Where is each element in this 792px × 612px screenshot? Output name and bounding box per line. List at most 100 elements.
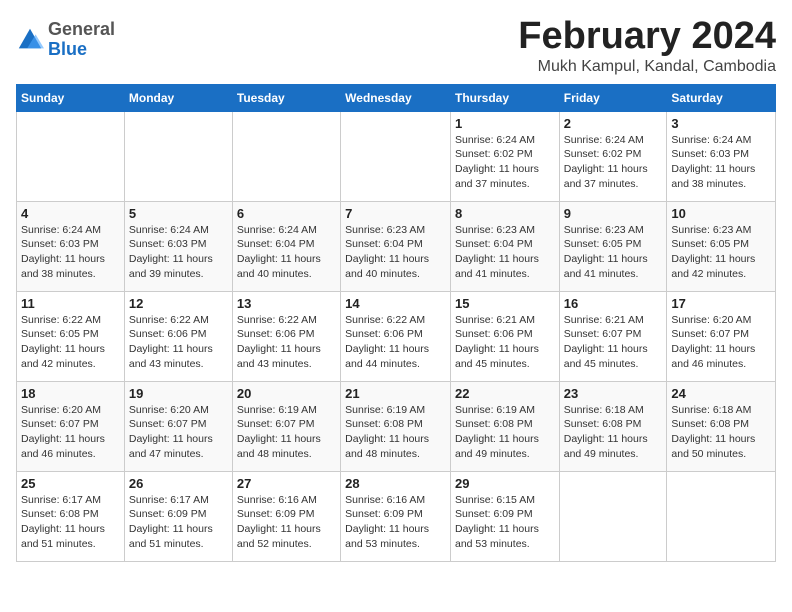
day-number: 1 <box>455 116 555 131</box>
day-detail: Sunrise: 6:22 AM Sunset: 6:06 PM Dayligh… <box>345 313 446 372</box>
day-number: 8 <box>455 206 555 221</box>
day-cell: 20 Sunrise: 6:19 AM Sunset: 6:07 PM Dayli… <box>232 381 340 471</box>
day-number: 23 <box>564 386 663 401</box>
day-detail: Sunrise: 6:23 AM Sunset: 6:04 PM Dayligh… <box>455 223 555 282</box>
week-row-1: 1 Sunrise: 6:24 AM Sunset: 6:02 PM Daylig… <box>17 111 776 201</box>
day-cell: 29Sunrise: 6:15 AM Sunset: 6:09 PM Dayli… <box>450 471 559 561</box>
day-cell: 2 Sunrise: 6:24 AM Sunset: 6:02 PM Daylig… <box>559 111 667 201</box>
day-cell: 10Sunrise: 6:23 AM Sunset: 6:05 PM Dayli… <box>667 201 776 291</box>
day-number: 27 <box>237 476 336 491</box>
header-row: SundayMondayTuesdayWednesdayThursdayFrid… <box>17 84 776 111</box>
day-number: 11 <box>21 296 120 311</box>
day-detail: Sunrise: 6:19 AM Sunset: 6:08 PM Dayligh… <box>455 403 555 462</box>
day-number: 20 <box>237 386 336 401</box>
header-cell-saturday: Saturday <box>667 84 776 111</box>
day-number: 24 <box>671 386 771 401</box>
day-cell: 13Sunrise: 6:22 AM Sunset: 6:06 PM Dayli… <box>232 291 340 381</box>
day-detail: Sunrise: 6:20 AM Sunset: 6:07 PM Dayligh… <box>129 403 228 462</box>
day-detail: Sunrise: 6:22 AM Sunset: 6:06 PM Dayligh… <box>237 313 336 372</box>
day-detail: Sunrise: 6:19 AM Sunset: 6:08 PM Dayligh… <box>345 403 446 462</box>
header-cell-wednesday: Wednesday <box>341 84 451 111</box>
day-cell: 5 Sunrise: 6:24 AM Sunset: 6:03 PM Daylig… <box>124 201 232 291</box>
day-number: 25 <box>21 476 120 491</box>
day-cell <box>17 111 125 201</box>
day-number: 17 <box>671 296 771 311</box>
day-cell: 19 Sunrise: 6:20 AM Sunset: 6:07 PM Dayli… <box>124 381 232 471</box>
day-cell: 24 Sunrise: 6:18 AM Sunset: 6:08 PM Dayli… <box>667 381 776 471</box>
day-cell <box>559 471 667 561</box>
week-row-3: 11Sunrise: 6:22 AM Sunset: 6:05 PM Dayli… <box>17 291 776 381</box>
day-detail: Sunrise: 6:24 AM Sunset: 6:03 PM Dayligh… <box>671 133 771 192</box>
page-header: General Blue February 2024 Mukh Kampul, … <box>16 16 776 76</box>
day-cell: 8 Sunrise: 6:23 AM Sunset: 6:04 PM Daylig… <box>450 201 559 291</box>
logo-text: General Blue <box>48 20 115 60</box>
day-detail: Sunrise: 6:20 AM Sunset: 6:07 PM Dayligh… <box>671 313 771 372</box>
day-number: 12 <box>129 296 228 311</box>
day-number: 6 <box>237 206 336 221</box>
day-cell: 9 Sunrise: 6:23 AM Sunset: 6:05 PM Daylig… <box>559 201 667 291</box>
day-detail: Sunrise: 6:16 AM Sunset: 6:09 PM Dayligh… <box>237 493 336 552</box>
day-number: 19 <box>129 386 228 401</box>
day-cell: 6 Sunrise: 6:24 AM Sunset: 6:04 PM Daylig… <box>232 201 340 291</box>
day-detail: Sunrise: 6:24 AM Sunset: 6:04 PM Dayligh… <box>237 223 336 282</box>
day-cell <box>124 111 232 201</box>
day-detail: Sunrise: 6:19 AM Sunset: 6:07 PM Dayligh… <box>237 403 336 462</box>
day-number: 3 <box>671 116 771 131</box>
day-detail: Sunrise: 6:23 AM Sunset: 6:05 PM Dayligh… <box>671 223 771 282</box>
day-cell: 18Sunrise: 6:20 AM Sunset: 6:07 PM Dayli… <box>17 381 125 471</box>
day-number: 29 <box>455 476 555 491</box>
day-cell: 14 Sunrise: 6:22 AM Sunset: 6:06 PM Dayli… <box>341 291 451 381</box>
calendar-header: SundayMondayTuesdayWednesdayThursdayFrid… <box>17 84 776 111</box>
day-number: 2 <box>564 116 663 131</box>
calendar-body: 1 Sunrise: 6:24 AM Sunset: 6:02 PM Daylig… <box>17 111 776 561</box>
day-cell: 22 Sunrise: 6:19 AM Sunset: 6:08 PM Dayli… <box>450 381 559 471</box>
day-cell: 11Sunrise: 6:22 AM Sunset: 6:05 PM Dayli… <box>17 291 125 381</box>
day-number: 4 <box>21 206 120 221</box>
day-detail: Sunrise: 6:24 AM Sunset: 6:03 PM Dayligh… <box>129 223 228 282</box>
day-number: 16 <box>564 296 663 311</box>
header-cell-monday: Monday <box>124 84 232 111</box>
day-cell: 15Sunrise: 6:21 AM Sunset: 6:06 PM Dayli… <box>450 291 559 381</box>
day-detail: Sunrise: 6:17 AM Sunset: 6:09 PM Dayligh… <box>129 493 228 552</box>
day-detail: Sunrise: 6:24 AM Sunset: 6:03 PM Dayligh… <box>21 223 120 282</box>
day-cell: 3 Sunrise: 6:24 AM Sunset: 6:03 PM Daylig… <box>667 111 776 201</box>
day-number: 14 <box>345 296 446 311</box>
week-row-4: 18 Sunrise: 6:20 AM Sunset: 6:07 PM Dayli… <box>17 381 776 471</box>
logo-blue: Blue <box>48 40 115 60</box>
logo-general: General <box>48 20 115 40</box>
day-number: 7 <box>345 206 446 221</box>
day-cell: 23Sunrise: 6:18 AM Sunset: 6:08 PM Dayli… <box>559 381 667 471</box>
day-number: 18 <box>21 386 120 401</box>
day-detail: Sunrise: 6:24 AM Sunset: 6:02 PM Dayligh… <box>564 133 663 192</box>
header-cell-thursday: Thursday <box>450 84 559 111</box>
day-cell <box>667 471 776 561</box>
day-cell: 4 Sunrise: 6:24 AM Sunset: 6:03 PM Daylig… <box>17 201 125 291</box>
day-detail: Sunrise: 6:17 AM Sunset: 6:08 PM Dayligh… <box>21 493 120 552</box>
day-cell: 21Sunrise: 6:19 AM Sunset: 6:08 PM Dayli… <box>341 381 451 471</box>
day-cell: 12 Sunrise: 6:22 AM Sunset: 6:06 PM Dayli… <box>124 291 232 381</box>
day-detail: Sunrise: 6:24 AM Sunset: 6:02 PM Dayligh… <box>455 133 555 192</box>
day-cell: 27 Sunrise: 6:16 AM Sunset: 6:09 PM Dayli… <box>232 471 340 561</box>
day-number: 22 <box>455 386 555 401</box>
header-cell-tuesday: Tuesday <box>232 84 340 111</box>
day-cell: 25 Sunrise: 6:17 AM Sunset: 6:08 PM Dayli… <box>17 471 125 561</box>
week-row-5: 25 Sunrise: 6:17 AM Sunset: 6:08 PM Dayli… <box>17 471 776 561</box>
title-block: February 2024 Mukh Kampul, Kandal, Cambo… <box>518 16 776 76</box>
day-cell <box>341 111 451 201</box>
day-cell: 17 Sunrise: 6:20 AM Sunset: 6:07 PM Dayli… <box>667 291 776 381</box>
day-detail: Sunrise: 6:23 AM Sunset: 6:04 PM Dayligh… <box>345 223 446 282</box>
day-cell: 28Sunrise: 6:16 AM Sunset: 6:09 PM Dayli… <box>341 471 451 561</box>
month-title: February 2024 <box>518 16 776 58</box>
header-cell-sunday: Sunday <box>17 84 125 111</box>
day-detail: Sunrise: 6:22 AM Sunset: 6:06 PM Dayligh… <box>129 313 228 372</box>
day-cell <box>232 111 340 201</box>
day-number: 5 <box>129 206 228 221</box>
day-detail: Sunrise: 6:18 AM Sunset: 6:08 PM Dayligh… <box>671 403 771 462</box>
logo-icon <box>16 26 44 54</box>
header-cell-friday: Friday <box>559 84 667 111</box>
day-number: 28 <box>345 476 446 491</box>
day-cell: 16Sunrise: 6:21 AM Sunset: 6:07 PM Dayli… <box>559 291 667 381</box>
day-detail: Sunrise: 6:23 AM Sunset: 6:05 PM Dayligh… <box>564 223 663 282</box>
day-number: 9 <box>564 206 663 221</box>
day-cell: 26Sunrise: 6:17 AM Sunset: 6:09 PM Dayli… <box>124 471 232 561</box>
